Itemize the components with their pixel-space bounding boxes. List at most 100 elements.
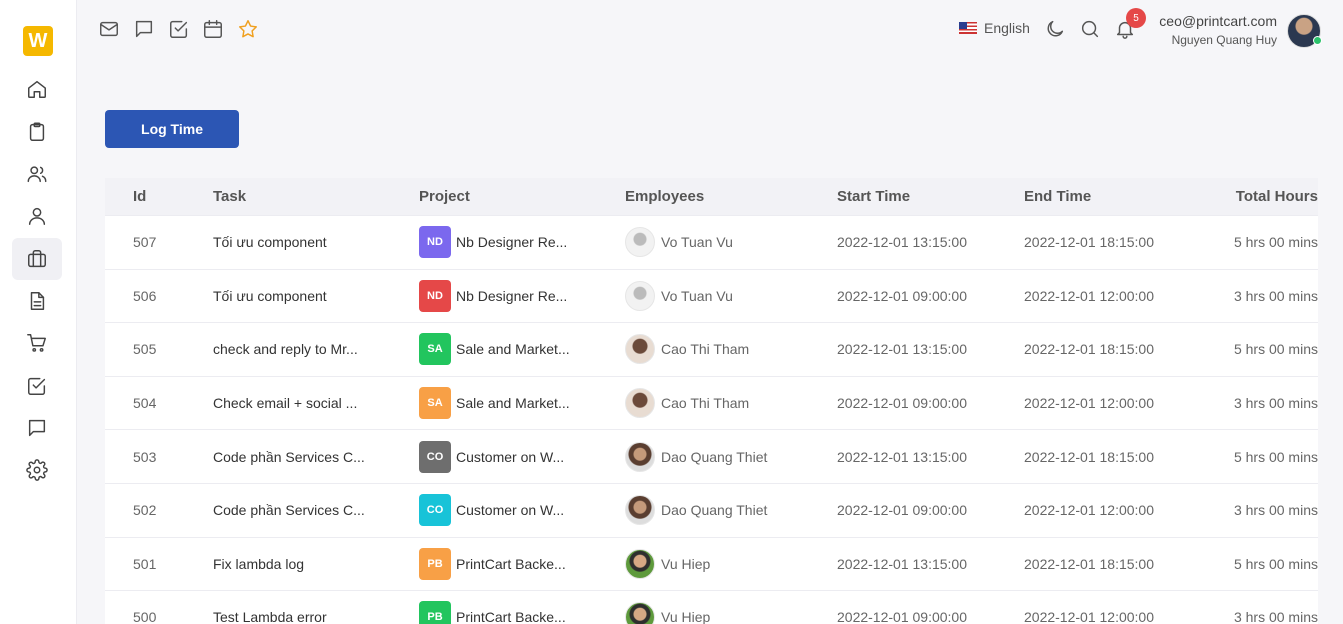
sidebar-item-home[interactable] [12,68,62,110]
cell-total-hours: 5 hrs 00 mins [1233,341,1318,358]
table-row[interactable]: 502 Code phần Services C... CO Customer on … [105,482,1318,537]
employee-name: Dao Quang Thiet [661,448,768,465]
table-row[interactable]: 505 check and reply to Mr... SA Sale and Ma… [105,322,1318,376]
theme-toggle[interactable] [1044,18,1066,40]
cell-id: 501 [133,555,157,572]
cell-start-time: 2022-12-01 13:15:00 [837,555,967,572]
cell-project[interactable]: CO Customer on W... [419,440,625,473]
column-header-start-time[interactable]: Start Time [837,188,1024,205]
calendar-shortcut[interactable] [202,18,224,40]
cell-task[interactable]: Test Lambda error [213,609,419,624]
cell-task[interactable]: check and reply to Mr... [213,341,419,357]
cell-project[interactable]: PB PrintCart Backe... [419,601,625,624]
cell-total-hours: 3 hrs 00 mins [1233,287,1318,304]
log-time-button[interactable]: Log Time [105,110,239,148]
sidebar-item-tasks[interactable] [12,365,62,407]
sidebar-item-clipboard[interactable] [12,111,62,153]
document-icon [30,292,45,310]
cell-employee[interactable]: Dao Quang Thiet [625,441,837,472]
cell-employee[interactable]: Vu Hiep [625,548,837,579]
cell-task[interactable]: Code phần Services C... [213,449,419,465]
cell-project[interactable]: PB PrintCart Backe... [419,547,625,580]
column-header-end-time[interactable]: End Time [1024,188,1211,205]
cell-project[interactable]: ND Nb Designer Re... [419,279,625,312]
employee-name: Cao Thi Tham [661,341,750,358]
cell-project[interactable]: SA Sale and Market... [419,387,625,420]
cell-end-time: 2022-12-01 12:00:00 [1024,287,1154,304]
sidebar-item-messages[interactable] [12,407,62,449]
briefcase-icon [28,250,46,268]
project-avatar: SA [419,387,451,420]
column-header-id[interactable]: Id [105,188,213,205]
cell-project[interactable]: SA Sale and Market... [419,333,625,366]
cell-start-time: 2022-12-01 09:00:00 [837,502,967,519]
checkbox-icon [170,20,188,38]
clipboard-icon [29,122,45,141]
cell-id: 505 [133,341,157,358]
cell-task[interactable]: Tối ưu component [213,234,419,250]
cell-total-hours: 3 hrs 00 mins [1233,395,1318,412]
sidebar-item-user[interactable] [12,195,62,237]
sidebar-item-documents[interactable] [12,280,62,322]
tasks-shortcut[interactable] [168,18,190,40]
sidebar-item-users[interactable] [12,153,62,195]
cell-total-hours: 5 hrs 00 mins [1233,555,1318,572]
cell-employee[interactable]: Vo Tuan Vu [625,280,837,311]
chat-shortcut[interactable] [133,18,155,40]
user-email[interactable]: ceo@printcart.com [1159,13,1277,29]
project-avatar: SA [419,333,451,366]
table-row[interactable]: 506 Tối ưu component ND Nb Designer Re... Vo… [105,268,1318,323]
cell-employee[interactable]: Cao Thi Tham [625,388,837,419]
cart-icon [27,334,46,352]
cell-project[interactable]: CO Customer on W... [419,494,625,527]
employee-name: Dao Quang Thiet [661,502,768,519]
cell-employee[interactable]: Vo Tuan Vu [625,227,837,258]
cell-end-time: 2022-12-01 12:00:00 [1024,502,1154,519]
mail-shortcut[interactable] [98,18,120,40]
cell-employee[interactable]: Vu Hiep [625,602,837,624]
project-avatar: ND [419,279,451,312]
cell-total-hours: 3 hrs 00 mins [1233,502,1318,519]
online-status-indicator [1313,36,1322,45]
cell-start-time: 2022-12-01 09:00:00 [837,287,967,304]
project-avatar: PB [419,601,451,624]
employee-avatar [625,388,655,419]
employee-name: Vo Tuan Vu [661,287,733,304]
column-header-total-hours[interactable]: Total Hours [1211,188,1318,205]
app-logo[interactable]: W [23,26,53,56]
cell-employee[interactable]: Dao Quang Thiet [625,495,837,526]
table-row[interactable]: 507 Tối ưu component ND Nb Designer Re... Vo… [105,215,1318,269]
project-name: PrintCart Backe... [456,555,566,572]
favorites-shortcut[interactable] [237,18,259,40]
table-row[interactable]: 503 Code phần Services C... CO Customer on … [105,429,1318,483]
search-button[interactable] [1079,18,1101,40]
sidebar-item-settings[interactable] [12,449,62,491]
cell-employee[interactable]: Cao Thi Tham [625,334,837,365]
column-header-project[interactable]: Project [419,188,625,205]
cell-task[interactable]: Tối ưu component [213,288,419,304]
table-row[interactable]: 500 Test Lambda error PB PrintCart Backe...… [105,590,1318,624]
star-icon [239,20,257,38]
language-selector[interactable]: English [959,20,1030,36]
sidebar-item-cart[interactable] [12,322,62,364]
table-row[interactable]: 504 Check email + social ... SA Sale and Ma… [105,375,1318,430]
employee-name: Vu Hiep [661,609,711,624]
cell-start-time: 2022-12-01 09:00:00 [837,395,967,412]
cell-task[interactable]: Code phần Services C... [213,502,419,518]
cell-task[interactable]: Fix lambda log [213,556,419,572]
cell-project[interactable]: ND Nb Designer Re... [419,226,625,259]
sidebar-item-timelogs[interactable] [12,238,62,280]
cell-end-time: 2022-12-01 18:15:00 [1024,555,1154,572]
employee-avatar [625,227,655,258]
column-header-employees[interactable]: Employees [625,188,837,205]
cell-end-time: 2022-12-01 12:00:00 [1024,609,1154,624]
sidebar: W [0,0,77,624]
cell-task[interactable]: Check email + social ... [213,395,419,411]
cell-total-hours: 5 hrs 00 mins [1233,234,1318,251]
table-row[interactable]: 501 Fix lambda log PB PrintCart Backe... Vu … [105,536,1318,591]
column-header-task[interactable]: Task [213,188,419,205]
search-icon [1081,20,1099,38]
user-name[interactable]: Nguyen Quang Huy [1172,33,1277,47]
cell-total-hours: 5 hrs 00 mins [1233,448,1318,465]
project-avatar: CO [419,494,451,527]
